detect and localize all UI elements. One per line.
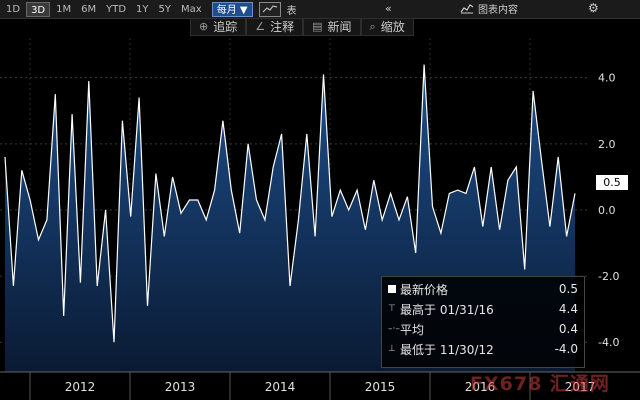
chart-tools: ⊕ 追踪 ∠ 注释 ▤ 新闻 ⌕ 缩放 (190, 18, 414, 36)
last-price-tag: 0.5 (596, 175, 628, 190)
x-tick-label: 2012 (65, 380, 96, 394)
range-3d[interactable]: 3D (26, 1, 51, 17)
pen-icon: ∠ (255, 20, 266, 33)
legend-low-value: -4.0 (554, 342, 578, 356)
y-axis: 4.0 2.0 0.0 -2.0 -4.0 (598, 72, 619, 350)
legend-avg-value: 0.4 (558, 322, 578, 336)
annotate-label: 注释 (270, 20, 295, 34)
x-tick-label: 2013 (165, 380, 196, 394)
watermark: FX678 汇通网 (470, 373, 610, 395)
line-chart-icon[interactable] (258, 1, 281, 17)
legend-low: ⊥ 最低于 11/30/12 -4.0 (388, 341, 578, 357)
range-1m[interactable]: 1M (52, 2, 75, 17)
range-6m[interactable]: 6M (77, 2, 100, 17)
legend-low-label: 最低于 11/30/12 (400, 342, 494, 357)
square-icon (388, 285, 396, 293)
track-label: 追踪 (213, 20, 238, 34)
legend-high: ⊤ 最高于 01/31/16 4.4 (388, 301, 578, 317)
x-tick-label: 2015 (365, 380, 396, 394)
legend-high-label: 最高于 01/31/16 (400, 302, 494, 317)
chart-content-label: 图表内容 (478, 5, 518, 16)
zoom-button[interactable]: ⌕ 缩放 (360, 18, 414, 36)
annotate-button[interactable]: ∠ 注释 (246, 18, 304, 36)
legend-last-label: 最新价格 (400, 282, 449, 297)
range-1y[interactable]: 1Y (132, 2, 152, 17)
stats-legend: 最新价格 0.5 ⊤ 最高于 01/31/16 4.4 –·– 平均 0.4 ⊥… (381, 276, 585, 368)
range-ytd[interactable]: YTD (102, 2, 130, 17)
y-tick-label: -4.0 (598, 336, 619, 349)
high-marker-icon: ⊤ (388, 304, 396, 314)
y-tick-label: 4.0 (598, 72, 616, 85)
legend-avg: –·– 平均 0.4 (388, 321, 578, 337)
top-toolbar: 1D 3D 1M 6M YTD 1Y 5Y Max 每月 ▼ 表 (0, 0, 640, 19)
table-button[interactable]: 表 (287, 2, 297, 17)
news-icon: ▤ (312, 20, 323, 33)
range-1d[interactable]: 1D (2, 2, 24, 17)
news-button[interactable]: ▤ 新闻 (303, 18, 361, 36)
collapse-icon[interactable]: « (385, 2, 392, 15)
chart-content-button[interactable]: 图表内容 (460, 1, 518, 16)
y-tick-label: 0.0 (598, 204, 616, 217)
legend-last: 最新价格 0.5 (388, 281, 578, 297)
gear-icon[interactable]: ⚙ (588, 1, 599, 15)
y-tick-label: -2.0 (598, 270, 619, 283)
news-label: 新闻 (327, 20, 352, 34)
crosshair-icon: ⊕ (199, 20, 209, 33)
track-button[interactable]: ⊕ 追踪 (190, 18, 247, 36)
range-5y[interactable]: 5Y (155, 2, 175, 17)
y-tick-label: 2.0 (598, 138, 616, 151)
average-marker-icon: –·– (388, 324, 400, 334)
zoom-icon: ⌕ (369, 20, 376, 33)
zoom-label: 缩放 (380, 20, 405, 34)
range-max[interactable]: Max (177, 2, 206, 17)
chevron-down-icon: ▼ (239, 4, 248, 16)
legend-avg-label: 平均 (400, 322, 425, 337)
frequency-select[interactable]: 每月 ▼ (211, 1, 253, 17)
legend-last-value: 0.5 (558, 282, 578, 296)
chart-content-icon (460, 4, 474, 14)
legend-high-value: 4.4 (558, 302, 578, 316)
x-tick-label: 2014 (265, 380, 296, 394)
low-marker-icon: ⊥ (388, 344, 396, 354)
frequency-value: 每月 (216, 4, 237, 16)
